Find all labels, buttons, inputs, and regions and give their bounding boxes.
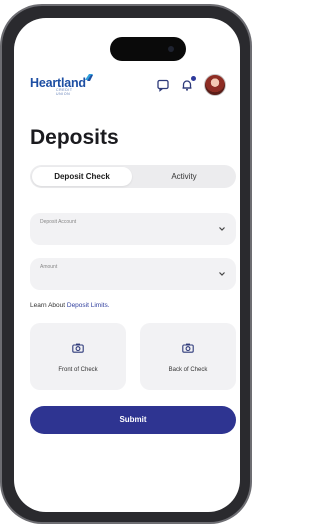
back-of-check-label: Back of Check	[168, 367, 208, 373]
chevron-down-icon	[219, 272, 225, 276]
chat-icon[interactable]	[156, 78, 170, 92]
header-actions	[156, 70, 226, 100]
phone-frame: Heartland CREDIT UNION Deposits Deposit …	[2, 6, 250, 522]
app-screen: Heartland CREDIT UNION Deposits Deposit …	[14, 18, 240, 512]
submit-button[interactable]: Submit	[30, 406, 236, 434]
deposit-limits-link[interactable]: Deposit Limits.	[67, 302, 110, 309]
heartland-logo[interactable]: Heartland CREDIT UNION	[30, 74, 93, 96]
chevron-down-icon	[219, 227, 225, 231]
front-of-check-button[interactable]: Front of Check	[30, 323, 126, 390]
limits-prefix: Learn About	[30, 302, 66, 309]
avatar[interactable]	[204, 74, 226, 96]
app-header: Heartland CREDIT UNION	[30, 70, 226, 100]
amount-select[interactable]: Amount	[30, 258, 236, 290]
back-of-check-button[interactable]: Back of Check	[140, 323, 236, 390]
deposit-account-select[interactable]: Deposit Account	[30, 213, 236, 245]
front-of-check-label: Front of Check	[58, 367, 98, 373]
amount-label: Amount	[40, 264, 58, 270]
logo-subtext: CREDIT UNION	[56, 88, 73, 96]
segmented-tabs: Deposit Check Activity	[30, 165, 236, 188]
camera-icon	[72, 343, 84, 353]
deposit-account-label: Deposit Account	[40, 219, 77, 225]
tab-deposit-check[interactable]: Deposit Check	[32, 167, 132, 186]
logo-swoosh-icon	[85, 74, 93, 81]
tab-activity[interactable]: Activity	[134, 167, 234, 186]
page-title: Deposits	[30, 126, 119, 149]
dynamic-island	[110, 37, 186, 61]
deposit-limits-text: Learn About Deposit Limits.	[30, 302, 110, 309]
camera-icon	[182, 343, 194, 353]
notification-dot	[191, 76, 196, 81]
bell-icon[interactable]	[180, 76, 196, 92]
